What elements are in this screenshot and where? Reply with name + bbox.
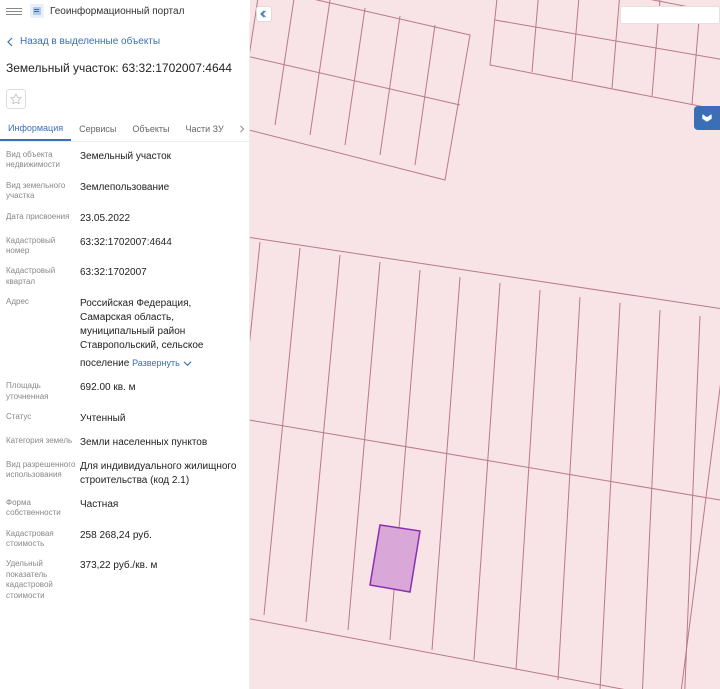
tab-services[interactable]: Сервисы bbox=[71, 118, 124, 140]
row-unit-value: Удельный показатель кадастровой стоимост… bbox=[6, 559, 243, 601]
page-title: Земельный участок: 63:32:1702007:4644 bbox=[0, 53, 249, 83]
details-panel: Назад в выделенные объекты Земельный уча… bbox=[0, 22, 250, 689]
back-link[interactable]: Назад в выделенные объекты bbox=[0, 22, 249, 53]
row-address: Адрес Российская Федерация, Самарская об… bbox=[6, 297, 243, 371]
row-cad-quarter: Кадастровый квартал 63:32:1702007 bbox=[6, 266, 243, 287]
tab-info[interactable]: Информация bbox=[0, 117, 71, 141]
address-expand[interactable]: Развернуть bbox=[132, 357, 192, 370]
tab-parts[interactable]: Части ЗУ bbox=[178, 118, 232, 140]
row-cad-value: Кадастровая стоимость 258 268,24 руб. bbox=[6, 529, 243, 550]
map[interactable] bbox=[250, 0, 720, 689]
app-logo bbox=[30, 4, 44, 18]
row-object-type: Вид объекта недвижимости Земельный участ… bbox=[6, 150, 243, 171]
row-date: Дата присвоения 23.05.2022 bbox=[6, 212, 243, 226]
info-list: Вид объекта недвижимости Земельный участ… bbox=[0, 142, 249, 631]
side-widget-button[interactable] bbox=[694, 106, 720, 130]
tabs-scroll-right[interactable] bbox=[235, 117, 249, 141]
search-input[interactable] bbox=[625, 10, 715, 20]
tab-objects[interactable]: Объекты bbox=[124, 118, 177, 140]
row-category: Категория земель Земли населенных пункто… bbox=[6, 436, 243, 450]
tabs: Информация Сервисы Объекты Части ЗУ Сост… bbox=[0, 117, 249, 142]
header-bar: Геоинформационный портал bbox=[0, 0, 250, 22]
cadastral-map bbox=[250, 0, 720, 689]
row-status: Статус Учтенный bbox=[6, 412, 243, 426]
row-cad-number: Кадастровый номер 63:32:1702007:4644 bbox=[6, 236, 243, 257]
favorite-button[interactable] bbox=[6, 89, 26, 109]
app-title: Геоинформационный портал bbox=[50, 6, 184, 17]
back-link-label: Назад в выделенные объекты bbox=[20, 36, 160, 47]
collapse-panel-button[interactable] bbox=[256, 6, 272, 22]
menu-icon[interactable] bbox=[6, 3, 22, 19]
row-ownership: Форма собственности Частная bbox=[6, 498, 243, 519]
row-permitted-use: Вид разрешенного использования Для индив… bbox=[6, 460, 243, 488]
search-box[interactable] bbox=[620, 6, 720, 24]
row-area: Площадь уточненная 692.00 кв. м bbox=[6, 381, 243, 402]
row-land-type: Вид земельного участка Землепользование bbox=[6, 181, 243, 202]
